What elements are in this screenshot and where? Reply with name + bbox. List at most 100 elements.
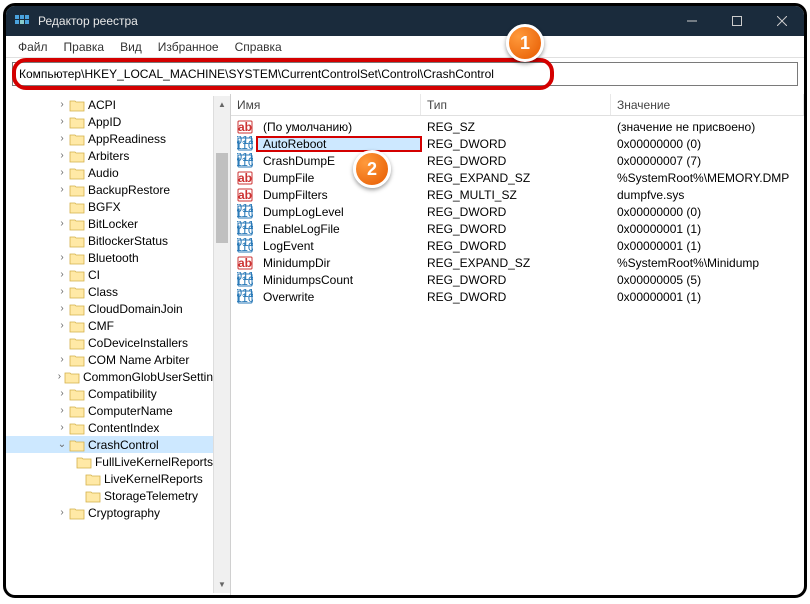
- tree-item-compatibility[interactable]: ›Compatibility: [6, 385, 213, 402]
- tree-item-commonglobusersettin[interactable]: ›CommonGlobUserSettin: [6, 368, 213, 385]
- tree-item-acpi[interactable]: ›ACPI: [6, 96, 213, 113]
- tree-item-crashcontrol[interactable]: ⌄CrashControl: [6, 436, 213, 453]
- svg-text:110: 110: [237, 155, 253, 169]
- maximize-button[interactable]: [714, 6, 759, 36]
- close-button[interactable]: [759, 6, 804, 36]
- tree-item-bitlocker[interactable]: ›BitLocker: [6, 215, 213, 232]
- list-row[interactable]: abMinidumpDirREG_EXPAND_SZ%SystemRoot%\M…: [231, 254, 804, 271]
- list-body[interactable]: ab(По умолчанию)REG_SZ(значение не присв…: [231, 116, 804, 307]
- col-header-data[interactable]: Значение: [611, 94, 804, 115]
- value-type: REG_DWORD: [421, 222, 611, 236]
- tree-item-cmf[interactable]: › CMF: [6, 317, 213, 334]
- list-row[interactable]: 011110OverwriteREG_DWORD0x00000001 (1): [231, 288, 804, 305]
- expander-icon[interactable]: ›: [56, 218, 68, 229]
- list-row[interactable]: ab(По умолчанию)REG_SZ(значение не присв…: [231, 118, 804, 135]
- value-data: 0x00000000 (0): [611, 205, 804, 219]
- list-row[interactable]: abDumpFiltersREG_MULTI_SZdumpfve.sys: [231, 186, 804, 203]
- list-row[interactable]: abDumpFileREG_EXPAND_SZ%SystemRoot%\MEMO…: [231, 169, 804, 186]
- folder-icon: [69, 319, 85, 333]
- expander-icon[interactable]: ›: [56, 116, 68, 127]
- expander-icon[interactable]: ›: [56, 388, 68, 399]
- tree-item-arbiters[interactable]: › Arbiters: [6, 147, 213, 164]
- expander-icon[interactable]: ›: [56, 303, 68, 314]
- svg-text:110: 110: [237, 206, 253, 220]
- tree-item-bgfx[interactable]: BGFX: [6, 198, 213, 215]
- tree-item-label: CMF: [88, 319, 114, 333]
- tree-item-label: Class: [88, 285, 118, 299]
- tree-item-livekernelreports[interactable]: LiveKernelReports: [6, 470, 213, 487]
- expander-icon[interactable]: ›: [56, 184, 68, 195]
- expander-icon[interactable]: ›: [56, 269, 68, 280]
- value-type: REG_MULTI_SZ: [421, 188, 611, 202]
- expander-icon[interactable]: ›: [56, 320, 68, 331]
- expander-icon[interactable]: ›: [56, 354, 68, 365]
- window-frame: Редактор реестра Файл Правка Вид Избранн…: [3, 3, 807, 598]
- expander-icon[interactable]: ⌄: [56, 439, 68, 450]
- menu-help[interactable]: Справка: [227, 38, 290, 56]
- menu-edit[interactable]: Правка: [56, 38, 113, 56]
- tree-item-contentindex[interactable]: ›ContentIndex: [6, 419, 213, 436]
- expander-icon[interactable]: ›: [56, 133, 68, 144]
- value-name: MinidumpDir: [257, 256, 421, 270]
- annotation-badge-2: 2: [353, 150, 391, 188]
- tree-item-backuprestore[interactable]: ›BackupRestore: [6, 181, 213, 198]
- scroll-down-button[interactable]: ▼: [214, 576, 230, 593]
- tree-item-audio[interactable]: ›Audio: [6, 164, 213, 181]
- expander-icon[interactable]: ›: [56, 99, 68, 110]
- tree-item-fulllivekernelreports[interactable]: FullLiveKernelReports: [6, 453, 213, 470]
- list-row[interactable]: 011110EnableLogFileREG_DWORD0x00000001 (…: [231, 220, 804, 237]
- tree-item-computername[interactable]: › ComputerName: [6, 402, 213, 419]
- tree-item-label: StorageTelemetry: [104, 489, 198, 503]
- expander-icon[interactable]: ›: [56, 405, 68, 416]
- tree-item-bluetooth[interactable]: ›Bluetooth: [6, 249, 213, 266]
- expander-icon[interactable]: ›: [56, 422, 68, 433]
- folder-icon: [69, 387, 85, 401]
- menu-view[interactable]: Вид: [112, 38, 150, 56]
- menu-favorites[interactable]: Избранное: [150, 38, 227, 56]
- col-header-name[interactable]: Имя: [231, 94, 421, 115]
- list-row[interactable]: 011110LogEventREG_DWORD0x00000001 (1): [231, 237, 804, 254]
- expander-icon[interactable]: ›: [56, 167, 68, 178]
- list-row[interactable]: 011110CrashDumpEREG_DWORD0x00000007 (7): [231, 152, 804, 169]
- minimize-button[interactable]: [669, 6, 714, 36]
- expander-icon[interactable]: ›: [56, 252, 68, 263]
- address-input[interactable]: [12, 62, 798, 86]
- titlebar[interactable]: Редактор реестра: [6, 6, 804, 36]
- tree-item-com-name-arbiter[interactable]: ›COM Name Arbiter: [6, 351, 213, 368]
- menubar: Файл Правка Вид Избранное Справка: [6, 36, 804, 58]
- tree-pane[interactable]: ›ACPI›AppID›AppReadiness›Arbiters›Audio›…: [6, 94, 231, 595]
- tree-item-ci[interactable]: ›CI: [6, 266, 213, 283]
- tree-item-label: AppReadiness: [88, 132, 166, 146]
- string-value-icon: ab: [237, 119, 253, 135]
- expander-icon[interactable]: ›: [56, 507, 68, 518]
- col-header-type[interactable]: Тип: [421, 94, 611, 115]
- tree-item-label: CloudDomainJoin: [88, 302, 183, 316]
- tree-item-clouddomainjoin[interactable]: › CloudDomainJoin: [6, 300, 213, 317]
- tree-item-bitlockerstatus[interactable]: BitlockerStatus: [6, 232, 213, 249]
- annotation-badge-1: 1: [506, 24, 544, 62]
- scroll-track[interactable]: [214, 113, 230, 576]
- value-name: LogEvent: [257, 239, 421, 253]
- scroll-thumb[interactable]: [216, 153, 228, 243]
- tree-item-appid[interactable]: ›AppID: [6, 113, 213, 130]
- tree-item-storagetelemetry[interactable]: StorageTelemetry: [6, 487, 213, 504]
- folder-icon: [69, 98, 85, 112]
- list-row[interactable]: 011110MinidumpsCountREG_DWORD0x00000005 …: [231, 271, 804, 288]
- expander-icon[interactable]: ›: [56, 150, 68, 161]
- tree-item-label: ComputerName: [88, 404, 173, 418]
- expander-icon[interactable]: ›: [56, 371, 63, 382]
- tree-item-label: Arbiters: [88, 149, 129, 163]
- list-row[interactable]: 011110AutoRebootREG_DWORD0x00000000 (0): [231, 135, 804, 152]
- list-row[interactable]: 011110DumpLogLevelREG_DWORD0x00000000 (0…: [231, 203, 804, 220]
- folder-icon: [64, 370, 80, 384]
- binary-value-icon: 011110: [237, 221, 253, 237]
- tree-item-codeviceinstallers[interactable]: CoDeviceInstallers: [6, 334, 213, 351]
- tree-scrollbar[interactable]: ▲ ▼: [213, 96, 230, 593]
- menu-file[interactable]: Файл: [10, 38, 56, 56]
- tree-item-class[interactable]: › Class: [6, 283, 213, 300]
- folder-icon: [69, 132, 85, 146]
- expander-icon[interactable]: ›: [56, 286, 68, 297]
- tree-item-cryptography[interactable]: ›Cryptography: [6, 504, 213, 521]
- tree-item-appreadiness[interactable]: › AppReadiness: [6, 130, 213, 147]
- scroll-up-button[interactable]: ▲: [214, 96, 230, 113]
